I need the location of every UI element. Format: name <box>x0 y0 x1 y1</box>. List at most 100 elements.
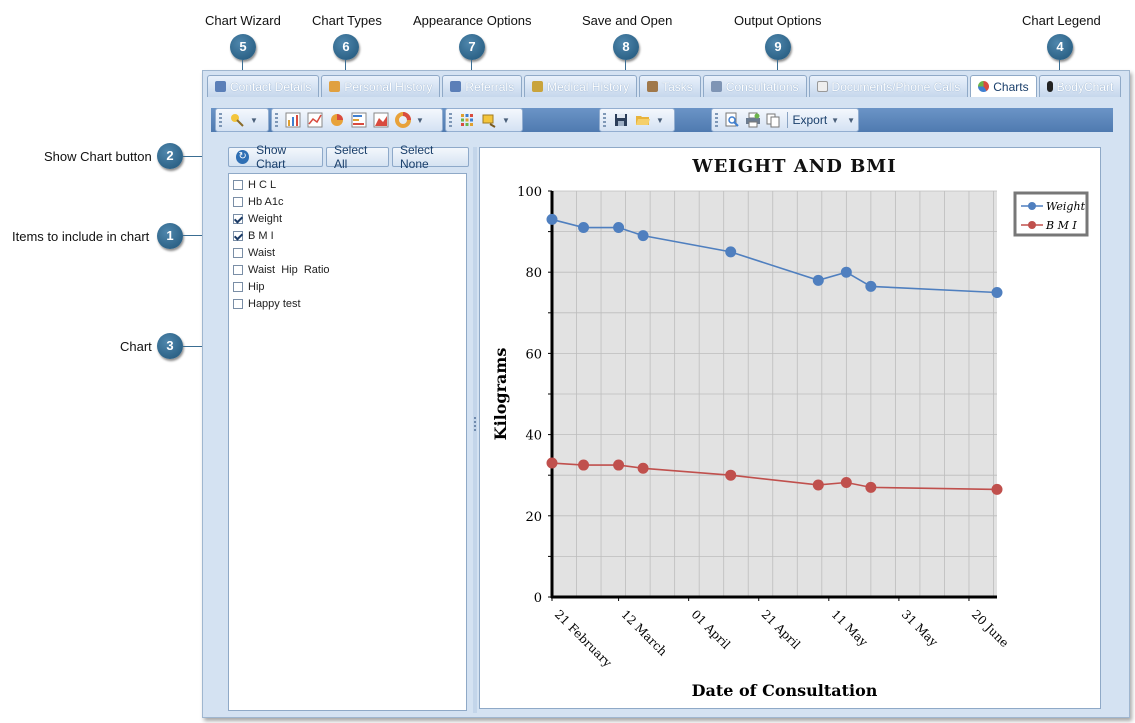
bar-chart-button[interactable] <box>284 111 302 129</box>
checkbox[interactable] <box>233 264 243 275</box>
data-point <box>637 462 649 474</box>
bar-chart-icon <box>285 112 301 128</box>
pie-chart-button[interactable] <box>328 111 346 129</box>
callout-number: 7 <box>459 34 485 60</box>
tab-tasks[interactable]: Tasks <box>639 75 701 97</box>
legend-label: Weight <box>1046 200 1086 213</box>
calendar-icon <box>710 81 722 92</box>
tab-bodychart[interactable]: BodyChart <box>1038 75 1122 97</box>
item-label: Waist <box>248 246 276 259</box>
tab-label: Charts <box>993 79 1029 94</box>
legend-swatch-marker <box>1028 202 1036 210</box>
tab-medical-history[interactable]: Medical History <box>524 75 638 97</box>
toolbar-separator <box>786 112 788 128</box>
checkbox-checked[interactable] <box>233 213 243 224</box>
checkbox[interactable] <box>233 196 243 207</box>
data-point <box>991 287 1003 298</box>
callout-number: 2 <box>157 143 183 169</box>
toolbar-group-chart-types: ▼ <box>271 108 443 132</box>
select-none-button[interactable]: Select None <box>392 143 469 171</box>
data-point <box>840 266 852 278</box>
data-point <box>613 222 625 234</box>
line-chart-icon <box>307 112 323 128</box>
select-all-button[interactable]: Select All <box>326 143 389 171</box>
checkbox-checked[interactable] <box>233 230 243 241</box>
select-none-label: Select None <box>400 143 434 171</box>
line-chart-button[interactable] <box>306 111 324 129</box>
callout-label: Save and Open <box>582 13 673 28</box>
area-chart-button[interactable] <box>372 111 390 129</box>
list-item-bmi[interactable]: B M I <box>229 227 466 244</box>
open-button[interactable] <box>634 111 652 129</box>
checkbox[interactable] <box>233 179 243 190</box>
list-item-hcl[interactable]: H C L <box>229 176 466 193</box>
x-tick-label: 01 April <box>689 607 734 652</box>
chevron-down-icon[interactable]: ▼ <box>831 116 839 125</box>
x-tick-label: 31 May <box>899 607 941 649</box>
chart-items-list: H C L Hb A1c Weight B M I Waist Waist Hi… <box>228 173 467 711</box>
dropdown-arrow-icon[interactable]: ▼ <box>847 116 855 125</box>
chart: WEIGHT AND BMI 0 20 40 60 80 100 21 February 12 … <box>491 156 1089 700</box>
list-item-weight[interactable]: Weight <box>229 210 466 227</box>
toolbar-group-appearance: ▼ <box>445 108 523 132</box>
appearance-style-button[interactable] <box>480 111 498 129</box>
callout-number: 3 <box>157 333 183 359</box>
print-preview-button[interactable] <box>724 111 741 129</box>
chart-wizard-button[interactable] <box>228 111 246 129</box>
dropdown-arrow-icon[interactable]: ▼ <box>250 116 258 125</box>
list-item-waist-hip-ratio[interactable]: Waist Hip Ratio <box>229 261 466 278</box>
body-icon <box>1046 81 1053 92</box>
tab-referrals[interactable]: Referrals <box>442 75 523 97</box>
save-button[interactable] <box>612 111 630 129</box>
splitter-grip[interactable] <box>474 417 476 431</box>
checkbox[interactable] <box>233 247 243 258</box>
list-item-hba1c[interactable]: Hb A1c <box>229 193 466 210</box>
printer-icon <box>745 112 760 128</box>
export-menu-button[interactable]: Export <box>792 113 827 127</box>
tab-personal-history[interactable]: Personal History <box>321 75 441 97</box>
list-item-waist[interactable]: Waist <box>229 244 466 261</box>
list-item-hip[interactable]: Hip <box>229 278 466 295</box>
pie-chart-icon <box>331 114 343 126</box>
tab-documents-phone-calls[interactable]: Documents/Phone Calls <box>808 75 969 97</box>
callout-number: 1 <box>157 223 183 249</box>
magic-wand-icon <box>231 114 244 127</box>
grip-handle[interactable] <box>219 113 222 127</box>
dropdown-arrow-icon[interactable]: ▼ <box>416 116 424 125</box>
paint-brush-icon <box>482 114 496 128</box>
callout-label: Appearance Options <box>413 13 532 28</box>
app-window: Contact Details Personal History Referra… <box>202 70 1130 718</box>
legend-label: B M I <box>1045 219 1077 232</box>
tab-label: Referrals <box>465 79 515 94</box>
palette-button[interactable] <box>458 111 476 129</box>
grip-handle[interactable] <box>603 113 606 127</box>
tab-charts[interactable]: Charts <box>970 75 1037 97</box>
grip-handle[interactable] <box>275 113 278 127</box>
data-point <box>865 481 877 493</box>
dropdown-arrow-icon[interactable]: ▼ <box>502 116 510 125</box>
data-point <box>725 246 737 258</box>
grip-handle[interactable] <box>715 113 718 127</box>
panel-splitter[interactable] <box>473 147 477 713</box>
tab-contact-details[interactable]: Contact Details <box>207 75 320 97</box>
grip-handle[interactable] <box>449 113 452 127</box>
item-label: H C L <box>248 178 277 191</box>
tab-strip: Contact Details Personal History Referra… <box>207 75 1123 97</box>
horizontal-bar-icon <box>351 112 367 128</box>
checkbox[interactable] <box>233 298 243 309</box>
show-chart-button[interactable]: ↻ Show Chart <box>228 143 323 171</box>
data-point <box>840 477 852 489</box>
tab-label: Contact Details <box>230 79 312 94</box>
dropdown-arrow-icon[interactable]: ▼ <box>656 116 664 125</box>
toolbar-group-wizard: ▼ <box>215 108 269 132</box>
list-item-happy-test[interactable]: Happy test <box>229 295 466 312</box>
tab-consultations[interactable]: Consultations <box>702 75 807 97</box>
print-button[interactable] <box>744 111 761 129</box>
copy-button[interactable] <box>765 111 782 129</box>
horizontal-bar-button[interactable] <box>350 111 368 129</box>
doughnut-chart-button[interactable] <box>394 111 412 129</box>
tasks-icon <box>647 81 659 92</box>
callout-number: 9 <box>765 34 791 60</box>
checkbox[interactable] <box>233 281 243 292</box>
data-point <box>812 274 824 286</box>
